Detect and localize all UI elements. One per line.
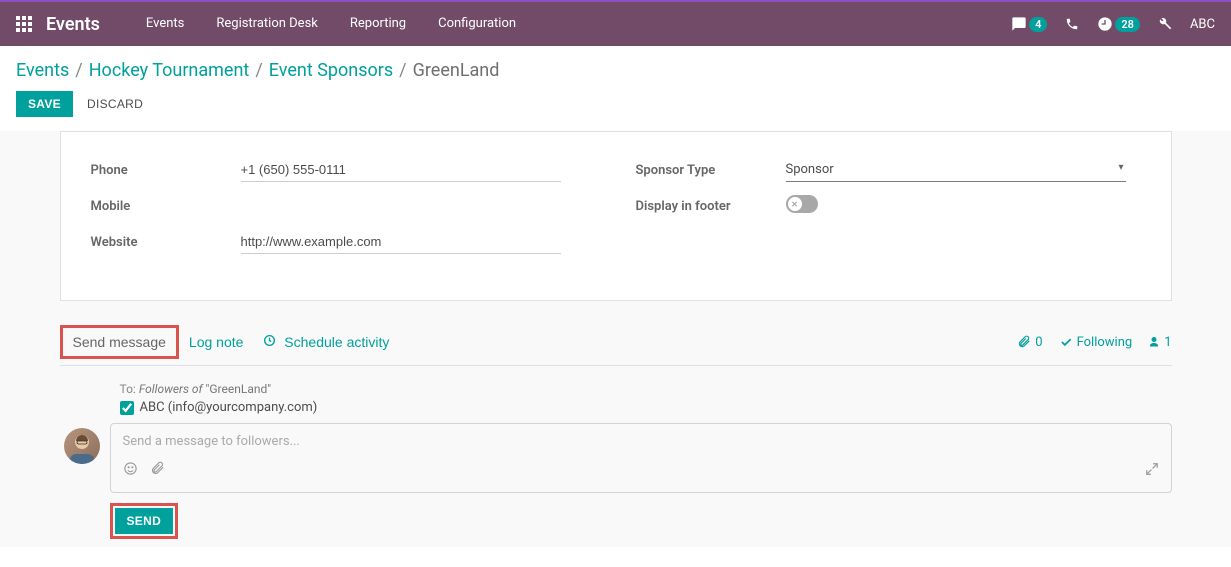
- display-footer-label: Display in footer: [636, 199, 786, 214]
- mobile-label: Mobile: [91, 199, 241, 214]
- control-panel: Events / Hockey Tournament / Event Spons…: [0, 46, 1231, 132]
- tab-send-message[interactable]: Send message: [60, 325, 179, 359]
- crumb-current: GreenLand: [413, 60, 500, 81]
- following-label: Following: [1077, 335, 1133, 350]
- website-label: Website: [91, 235, 241, 250]
- chatter: Send message Log note Schedule activity …: [60, 319, 1172, 547]
- breadcrumb: Events / Hockey Tournament / Event Spons…: [16, 60, 1215, 81]
- phone-icon[interactable]: [1065, 17, 1079, 31]
- app-brand[interactable]: Events: [46, 14, 100, 35]
- save-button[interactable]: SAVE: [16, 91, 73, 117]
- user-avatar: [64, 428, 100, 464]
- followers-count: 1: [1164, 335, 1171, 350]
- tab-log-note[interactable]: Log note: [179, 328, 254, 356]
- message-input[interactable]: [123, 434, 1159, 449]
- message-box: [110, 423, 1172, 493]
- attach-icon[interactable]: [150, 461, 165, 476]
- debug-icon[interactable]: [1158, 17, 1172, 31]
- emoji-icon[interactable]: [123, 461, 138, 476]
- sponsor-type-select[interactable]: Sponsor: [786, 158, 1126, 182]
- followers-button[interactable]: 1: [1148, 335, 1171, 350]
- top-navbar: Events Events Registration Desk Reportin…: [0, 0, 1231, 46]
- activities-icon[interactable]: 28: [1097, 16, 1140, 32]
- tab-schedule-activity[interactable]: Schedule activity: [253, 328, 399, 356]
- recipient-to-line: To: Followers of "GreenLand": [120, 382, 1172, 396]
- send-button[interactable]: SEND: [115, 508, 174, 534]
- crumb-event-sponsors[interactable]: Event Sponsors: [269, 60, 393, 81]
- recipient-name: ABC (info@yourcompany.com): [140, 400, 318, 415]
- phone-input[interactable]: [241, 158, 561, 182]
- menu-item-events[interactable]: Events: [130, 1, 200, 47]
- activities-badge: 28: [1115, 17, 1140, 32]
- phone-label: Phone: [91, 163, 241, 178]
- recipient-checkbox[interactable]: [120, 401, 134, 415]
- following-button[interactable]: Following: [1059, 335, 1133, 350]
- tab-schedule-activity-label: Schedule activity: [284, 334, 389, 350]
- attachments-button[interactable]: 0: [1017, 335, 1042, 350]
- user-menu[interactable]: ABC: [1190, 17, 1215, 32]
- discard-button[interactable]: DISCARD: [83, 91, 147, 117]
- mobile-input[interactable]: [241, 195, 561, 218]
- apps-launcher-icon[interactable]: [16, 16, 32, 32]
- sponsor-type-label: Sponsor Type: [636, 163, 786, 178]
- messages-icon[interactable]: 4: [1011, 16, 1047, 32]
- crumb-events[interactable]: Events: [16, 60, 69, 81]
- clock-icon: [263, 334, 280, 350]
- crumb-hockey-tournament[interactable]: Hockey Tournament: [89, 60, 250, 81]
- messages-badge: 4: [1029, 17, 1047, 32]
- composer: To: Followers of "GreenLand" ABC (info@y…: [60, 366, 1172, 547]
- form-sheet: Phone Mobile Website Sponsor Type Sponso…: [60, 131, 1172, 301]
- menu-item-configuration[interactable]: Configuration: [422, 1, 532, 47]
- attachments-count: 0: [1035, 335, 1042, 350]
- expand-icon[interactable]: [1145, 462, 1159, 476]
- website-input[interactable]: [241, 230, 561, 254]
- systray: 4 28 ABC: [1011, 16, 1215, 32]
- display-footer-toggle[interactable]: [786, 195, 818, 213]
- chatter-tabs: Send message Log note Schedule activity …: [60, 319, 1172, 366]
- menu-item-reporting[interactable]: Reporting: [334, 1, 422, 47]
- top-menu: Events Registration Desk Reporting Confi…: [130, 1, 532, 47]
- menu-item-registration-desk[interactable]: Registration Desk: [200, 1, 334, 47]
